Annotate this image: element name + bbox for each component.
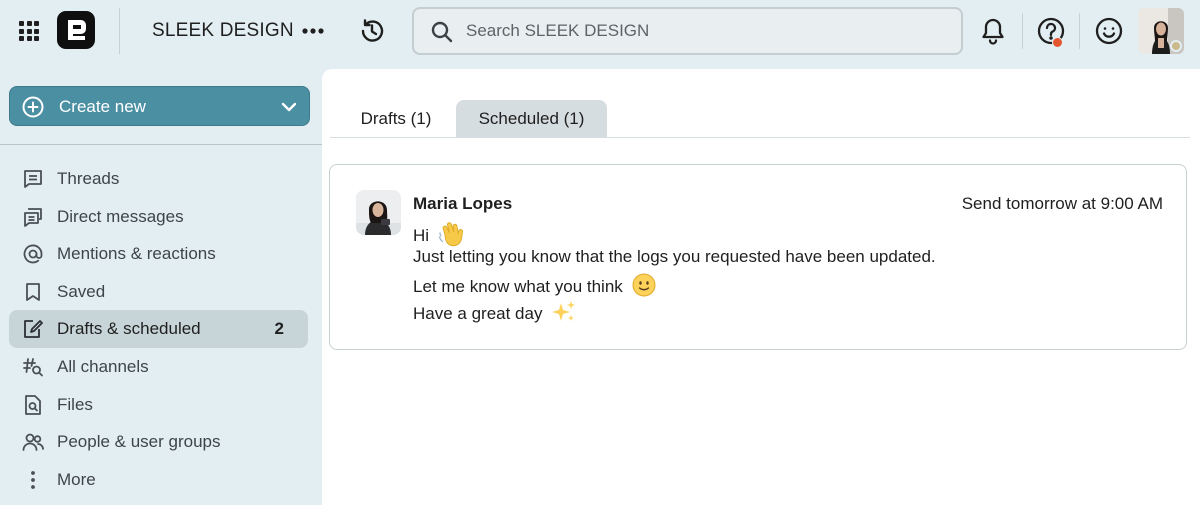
message-text: Have a great day <box>413 303 543 323</box>
sidebar-item-label: Saved <box>57 281 106 301</box>
count-badge: 2 <box>274 319 284 339</box>
notification-dot <box>1052 37 1063 48</box>
message-text: Just letting you know that the logs you … <box>413 247 936 266</box>
scheduled-message-card[interactable]: Maria Lopes Send tomorrow at 9:00 AM Hi … <box>329 164 1187 350</box>
bell-icon[interactable] <box>980 17 1006 45</box>
divider <box>1022 13 1023 49</box>
tab-bar: Drafts (1) Scheduled (1) <box>330 100 1190 138</box>
schedule-time[interactable]: Send tomorrow at 9:00 AM <box>962 194 1163 214</box>
more-horizontal-icon[interactable] <box>301 20 325 42</box>
at-icon <box>23 244 43 264</box>
file-search-icon <box>25 394 41 415</box>
workspace-name[interactable]: SLEEK DESIGN <box>152 20 294 42</box>
channel-search-icon <box>23 358 43 377</box>
tab-drafts[interactable]: Drafts (1) <box>340 100 452 138</box>
message-line: Have a great day <box>413 300 577 329</box>
sidebar-item-drafts-scheduled[interactable]: Drafts & scheduled 2 <box>9 310 308 348</box>
chevron-down-icon[interactable] <box>280 98 298 116</box>
sidebar-item-label: More <box>57 469 96 489</box>
sidebar-item-files[interactable]: Files <box>9 386 308 424</box>
message-text: Hi <box>413 225 430 245</box>
sidebar-item-threads[interactable]: Threads <box>9 160 308 198</box>
sidebar-item-label: People & user groups <box>57 432 221 452</box>
plus-circle-icon <box>22 96 44 118</box>
direct-messages-icon <box>24 207 42 227</box>
sidebar-item-label: Direct messages <box>57 206 184 226</box>
sender-name[interactable]: Maria Lopes <box>413 194 512 214</box>
smiley-icon[interactable] <box>1094 16 1124 46</box>
sidebar-item-label: Threads <box>57 169 120 188</box>
create-new-label: Create new <box>59 97 146 116</box>
draft-icon <box>24 320 43 339</box>
sidebar-nav: Threads Direct messages Mentions & react… <box>9 160 308 498</box>
message-text: Let me know what you think <box>413 276 623 296</box>
divider <box>1079 13 1080 49</box>
message-line: Just letting you know that the logs you … <box>413 247 936 267</box>
sidebar-item-label: Files <box>57 394 93 414</box>
sidebar-item-label: All channels <box>57 356 149 376</box>
people-icon <box>22 433 44 452</box>
threads-icon <box>24 170 42 188</box>
sidebar-item-more[interactable]: More <box>9 461 308 499</box>
sidebar-divider <box>0 144 322 145</box>
smiling-face-emoji <box>632 273 656 302</box>
sidebar-item-direct-messages[interactable]: Direct messages <box>9 198 308 236</box>
sidebar-item-saved[interactable]: Saved <box>9 273 308 311</box>
sidebar-item-mentions[interactable]: Mentions & reactions <box>9 235 308 273</box>
more-vertical-icon <box>31 470 35 489</box>
history-icon[interactable] <box>358 17 386 45</box>
sidebar-item-label: Drafts & scheduled <box>57 319 201 339</box>
create-new-button[interactable]: Create new <box>9 86 310 126</box>
main-panel: Drafts (1) Scheduled (1) Maria Lopes Sen… <box>322 69 1200 505</box>
bookmark-icon <box>26 282 40 301</box>
apps-grid-icon[interactable] <box>19 21 39 41</box>
sidebar-item-people[interactable]: People & user groups <box>9 423 308 461</box>
search-icon <box>431 21 453 43</box>
app-logo[interactable] <box>57 11 95 49</box>
top-bar: SLEEK DESIGN <box>0 0 1200 62</box>
divider <box>119 8 120 54</box>
search-input[interactable] <box>466 18 946 44</box>
sidebar-item-all-channels[interactable]: All channels <box>9 348 308 386</box>
sidebar-item-label: Mentions & reactions <box>57 244 216 264</box>
message-line: Let me know what you think <box>413 273 656 302</box>
search-bar[interactable] <box>412 7 963 55</box>
sparkles-emoji <box>551 300 577 329</box>
status-indicator <box>1170 40 1182 52</box>
tab-scheduled[interactable]: Scheduled (1) <box>456 100 607 138</box>
sender-avatar[interactable] <box>356 190 401 235</box>
